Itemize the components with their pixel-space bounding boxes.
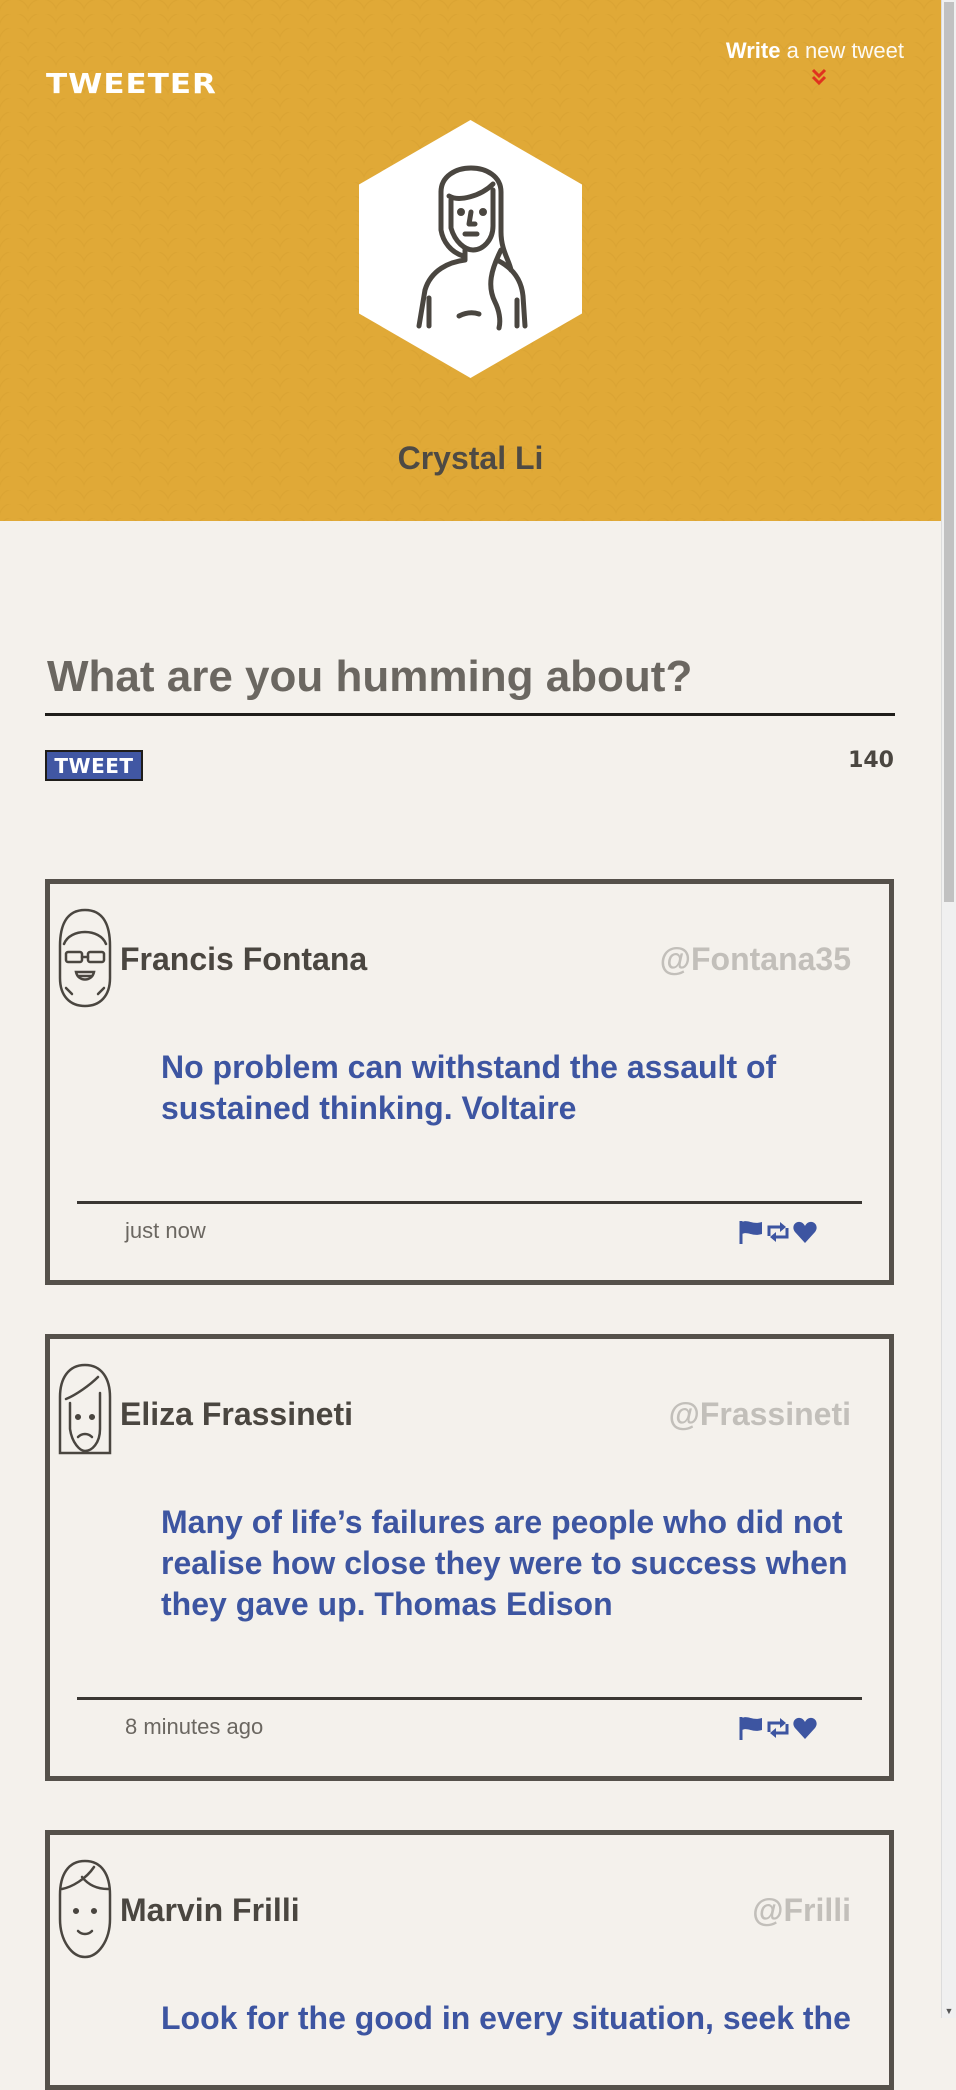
- app-logo[interactable]: TWEETER: [46, 68, 217, 100]
- flag-icon[interactable]: [738, 1715, 765, 1741]
- smiling-face-icon: [58, 1859, 112, 1959]
- tweet-card: Marvin Frilli @Frilli Look for the good …: [45, 1830, 894, 2090]
- tweet-text: No problem can withstand the assault of …: [161, 1049, 777, 1126]
- write-new-tweet-link[interactable]: Write a new tweet: [726, 38, 904, 64]
- tweet-text: Look for the good in every situation, se…: [161, 2000, 851, 2036]
- tweet-input[interactable]: [45, 640, 895, 716]
- scrollbar-thumb[interactable]: [944, 2, 954, 902]
- tweet-actions: [738, 1715, 819, 1741]
- tweet-text: Many of life’s failures are people who d…: [161, 1504, 848, 1622]
- compose-link-text: a new tweet: [780, 38, 904, 63]
- tweet-timestamp: just now: [125, 1218, 206, 1243]
- tweet-card: Eliza Frassineti @Frassineti Many of lif…: [45, 1334, 894, 1781]
- double-chevron-down-icon[interactable]: [811, 68, 827, 86]
- frowning-face-icon: [58, 1363, 112, 1455]
- tweet-author-name[interactable]: Marvin Frilli: [120, 1892, 300, 1929]
- retweet-icon[interactable]: [765, 1219, 792, 1245]
- tweet-author-name[interactable]: Francis Fontana: [120, 941, 367, 978]
- compose-link-bold: Write: [725, 38, 781, 63]
- scroll-down-arrow-icon[interactable]: ▼: [944, 2006, 954, 2016]
- tweet-divider: [77, 1201, 862, 1204]
- flag-icon[interactable]: [738, 1219, 765, 1245]
- retweet-icon[interactable]: [765, 1715, 792, 1741]
- tweet-timestamp: 8 minutes ago: [125, 1714, 264, 1739]
- profile-header: TWEETER Write a new tweet Crystal Li: [0, 0, 941, 521]
- tweet-author-handle[interactable]: @Frilli: [752, 1892, 851, 1929]
- tweet-card: Francis Fontana @Fontana35 No problem ca…: [45, 879, 894, 1285]
- tweet-author-handle[interactable]: @Fontana35: [660, 941, 851, 978]
- tweet-author-handle[interactable]: @Frassineti: [669, 1396, 851, 1433]
- profile-avatar: [359, 120, 582, 378]
- tweet-author-name[interactable]: Eliza Frassineti: [120, 1396, 353, 1433]
- tweet-button[interactable]: TWEET: [45, 750, 143, 781]
- glasses-face-icon: [58, 908, 112, 1008]
- profile-name: Crystal Li: [397, 440, 544, 476]
- tweet-actions: [738, 1219, 819, 1245]
- page-scrollbar[interactable]: ▼: [941, 0, 956, 2018]
- tweet-divider: [77, 1697, 862, 1700]
- heart-icon[interactable]: [792, 1219, 819, 1245]
- char-counter: 140: [848, 748, 894, 773]
- heart-icon[interactable]: [792, 1715, 819, 1741]
